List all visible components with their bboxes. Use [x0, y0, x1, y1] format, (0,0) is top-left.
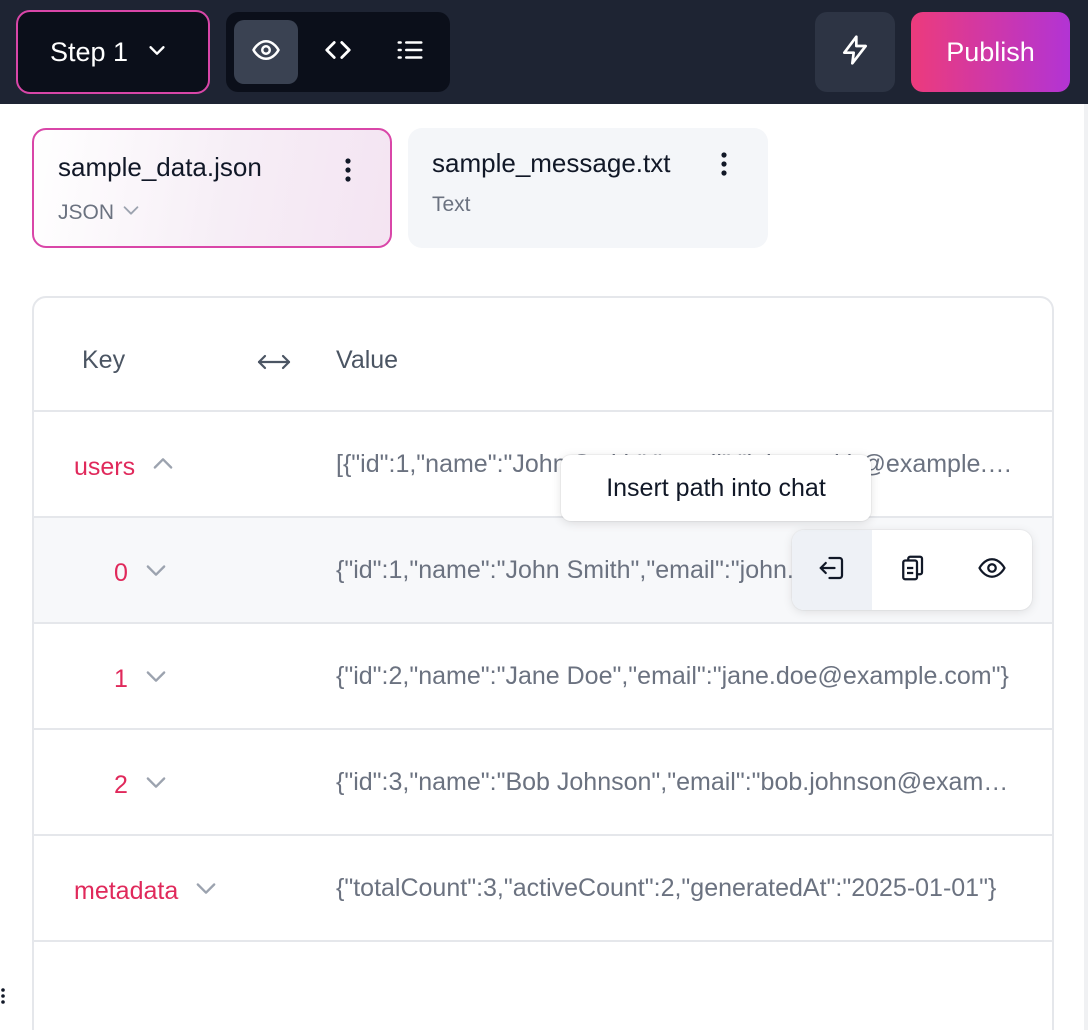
key-label: 0 — [114, 559, 128, 587]
list-icon — [395, 35, 425, 70]
row-key[interactable]: users — [74, 450, 177, 485]
chevron-down-icon[interactable] — [142, 662, 170, 697]
file-type-label: Text — [432, 193, 471, 216]
top-bar: Step 1 Publish — [0, 0, 1088, 104]
publish-button[interactable]: Publish — [911, 12, 1070, 92]
key-value-table: Key Value users [{"id":1,"name":"John Sm… — [32, 296, 1054, 1030]
file-type-label: JSON — [58, 201, 115, 224]
copy-value-button[interactable] — [872, 530, 952, 610]
more-options-icon[interactable] — [334, 156, 362, 184]
code-view-button[interactable] — [306, 20, 370, 84]
table-header: Key Value — [34, 298, 1052, 412]
copy-icon — [897, 553, 927, 588]
scrollbar[interactable] — [1084, 104, 1088, 1030]
more-options-icon[interactable] — [710, 150, 738, 178]
key-label: 2 — [114, 771, 128, 799]
eye-icon — [977, 553, 1007, 588]
key-label: metadata — [74, 877, 179, 905]
row-value: {"id":2,"name":"Jane Doe","email":"jane.… — [336, 662, 1009, 690]
list-view-button[interactable] — [378, 20, 442, 84]
key-label: 1 — [114, 665, 128, 693]
code-icon — [323, 35, 353, 70]
row-key[interactable]: metadata — [74, 874, 220, 909]
step-selector[interactable]: Step 1 — [16, 10, 210, 94]
row-value: {"id":3,"name":"Bob Johnson","email":"bo… — [336, 768, 1020, 796]
row-action-toolbar — [792, 530, 1032, 610]
eye-icon — [251, 35, 281, 70]
insert-path-button[interactable] — [792, 530, 872, 610]
drag-handle-icon[interactable] — [0, 984, 6, 1008]
file-tab-sample-data[interactable]: sample_data.json JSON — [32, 128, 392, 248]
row-value: {"totalCount":3,"activeCount":2,"generat… — [336, 874, 997, 902]
bolt-button[interactable] — [815, 12, 895, 92]
view-mode-group — [226, 12, 450, 92]
row-key[interactable]: 0 — [114, 556, 170, 591]
table-row[interactable]: 2 {"id":3,"name":"Bob Johnson","email":"… — [34, 730, 1052, 836]
key-column-header: Key — [82, 346, 126, 374]
lightning-icon — [839, 34, 871, 71]
table-row[interactable]: metadata {"totalCount":3,"activeCount":2… — [34, 836, 1052, 942]
value-column-header: Value — [336, 346, 399, 374]
chevron-down-icon[interactable] — [192, 874, 220, 909]
table-row[interactable]: 1 {"id":2,"name":"Jane Doe","email":"jan… — [34, 624, 1052, 730]
key-label: users — [74, 453, 136, 481]
row-key[interactable]: 2 — [114, 768, 170, 803]
resize-columns-icon[interactable] — [256, 348, 292, 376]
chevron-down-icon — [146, 37, 168, 68]
row-value: {"id":1,"name":"John Smith","email":"joh… — [336, 556, 796, 584]
file-tab-sample-message[interactable]: sample_message.txt Text — [408, 128, 768, 248]
step-label: Step 1 — [50, 36, 129, 67]
chevron-down-icon[interactable] — [142, 768, 170, 803]
file-type-selector[interactable]: JSON — [58, 199, 366, 227]
tooltip: Insert path into chat — [561, 455, 871, 521]
insert-path-icon — [817, 553, 847, 588]
chevron-down-icon[interactable] — [142, 556, 170, 591]
chevron-up-icon[interactable] — [149, 450, 177, 485]
chevron-down-icon — [120, 199, 142, 227]
preview-view-button[interactable] — [234, 20, 298, 84]
row-key[interactable]: 1 — [114, 662, 170, 697]
preview-value-button[interactable] — [952, 530, 1032, 610]
file-name: sample_message.txt — [432, 148, 671, 178]
file-name: sample_data.json — [58, 152, 262, 182]
table-row[interactable]: users [{"id":1,"name":"John Smith","emai… — [34, 412, 1052, 518]
